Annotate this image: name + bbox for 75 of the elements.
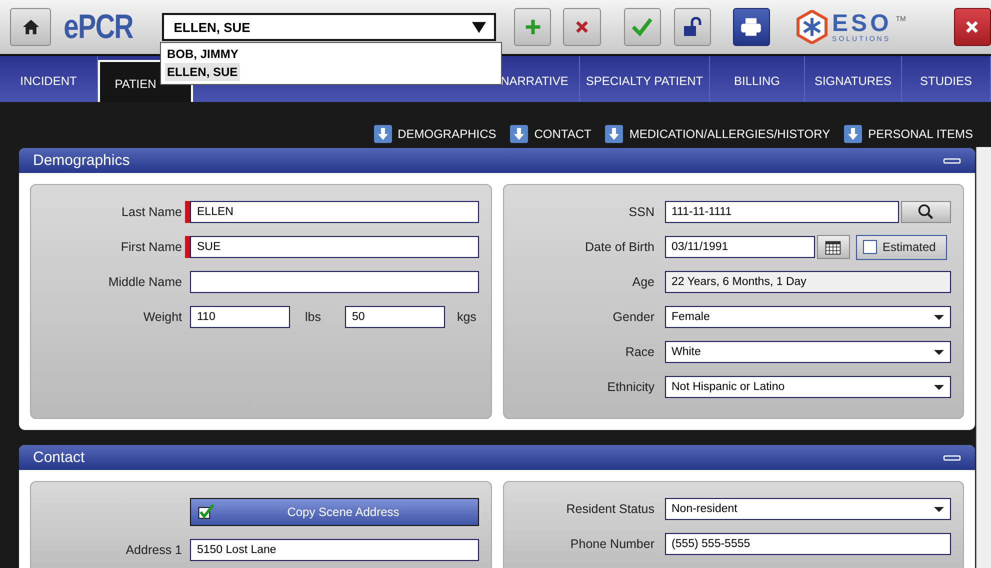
tab[interactable]: SPECIALTY PATIENT xyxy=(580,56,710,102)
close-icon xyxy=(964,19,980,35)
field-label: Last Name xyxy=(120,205,182,219)
save-button[interactable] xyxy=(624,8,661,46)
text-field[interactable]: ELLEN xyxy=(190,201,478,223)
delete-button[interactable] xyxy=(563,8,601,46)
field-label: Address 1 xyxy=(124,543,182,557)
dropdown-option[interactable]: ELLEN, SUE xyxy=(165,63,240,81)
field-label: Gender xyxy=(612,310,654,324)
print-button[interactable] xyxy=(732,8,770,46)
jump-link[interactable]: PERSONAL ITEMS xyxy=(868,127,973,141)
tab[interactable]: NARRATIVE xyxy=(490,56,580,102)
unit-label: kgs xyxy=(456,310,476,324)
checkmark-icon xyxy=(197,503,215,521)
close-button[interactable] xyxy=(954,8,991,46)
tab[interactable]: SIGNATURES xyxy=(805,56,902,102)
scrollbar[interactable] xyxy=(976,147,991,568)
copy-address-button[interactable]: Copy Scene Address xyxy=(190,498,478,526)
dropdown-field[interactable]: Not Hispanic or Latino xyxy=(664,376,951,398)
jump-link[interactable]: MEDICATION/ALLERGIES/HISTORY xyxy=(629,127,830,141)
dropdown-arrow-icon xyxy=(934,314,944,320)
collapse-icon xyxy=(943,454,961,460)
plus-icon xyxy=(524,18,542,36)
dropdown-arrow-icon xyxy=(934,350,944,354)
text-field[interactable]: (555) 555-5555 xyxy=(664,533,951,555)
field-label: Weight xyxy=(142,310,182,324)
add-button[interactable] xyxy=(514,8,552,46)
jump-link[interactable]: CONTACT xyxy=(534,127,592,141)
text-field[interactable]: SUE xyxy=(190,236,478,258)
readonly-field: 22 Years, 6 Months, 1 Day xyxy=(664,271,951,293)
printer-icon xyxy=(740,16,762,38)
date-field[interactable]: 03/11/1991 xyxy=(664,236,814,258)
field-label: First Name xyxy=(120,240,182,254)
unit-label: lbs xyxy=(305,310,321,324)
dropdown-arrow-icon xyxy=(934,384,944,390)
patient-dropdown[interactable]: ELLEN, SUE xyxy=(162,13,496,41)
field-label: Phone Number xyxy=(569,537,654,551)
collapse-icon xyxy=(943,158,961,164)
home-icon xyxy=(22,18,40,36)
text-field[interactable]: 110 xyxy=(190,306,290,328)
search-icon xyxy=(917,203,935,221)
dropdown-field[interactable]: White xyxy=(664,341,951,363)
dropdown-option[interactable]: BOB, JIMMY xyxy=(165,45,240,63)
text-field[interactable]: 5150 Lost Lane xyxy=(190,539,478,561)
field-label: SSN xyxy=(628,205,654,219)
field-label: Date of Birth xyxy=(584,240,654,254)
calendar-button[interactable] xyxy=(816,235,850,259)
dropdown-arrow-icon xyxy=(472,22,486,32)
section-title: Demographics xyxy=(33,152,130,169)
text-field[interactable]: 50 xyxy=(344,306,445,328)
hexagon-logo-icon xyxy=(796,10,828,44)
app-logo: ePCR xyxy=(64,10,134,44)
field-label: Age xyxy=(631,275,654,289)
dropdown-field[interactable]: Non-resident xyxy=(664,498,951,520)
section-title: Contact xyxy=(33,449,85,466)
vendor-logo-text: ESO xyxy=(832,12,892,36)
text-field[interactable]: 111-11-1111 xyxy=(664,201,899,223)
field-label: Race xyxy=(624,345,654,359)
dropdown-field[interactable]: Female xyxy=(664,306,951,328)
field-label: Resident Status xyxy=(565,502,654,516)
tab[interactable]: STUDIES xyxy=(902,56,991,102)
home-button[interactable] xyxy=(10,8,52,46)
field-label: Middle Name xyxy=(107,275,182,289)
calendar-icon xyxy=(823,238,843,256)
estimated-checkbox[interactable]: Estimated xyxy=(856,234,947,260)
field-label: Ethnicity xyxy=(606,380,654,394)
search-button[interactable] xyxy=(901,201,951,223)
dropdown-arrow-icon xyxy=(934,506,944,512)
close-icon xyxy=(574,19,590,35)
checkmark-icon xyxy=(631,16,654,38)
unlock-button[interactable] xyxy=(674,8,711,46)
text-field[interactable] xyxy=(190,271,478,293)
jump-link[interactable]: DEMOGRAPHICS xyxy=(398,127,496,141)
tab[interactable]: BILLING xyxy=(710,56,805,102)
unlocked-padlock-icon xyxy=(682,17,702,37)
